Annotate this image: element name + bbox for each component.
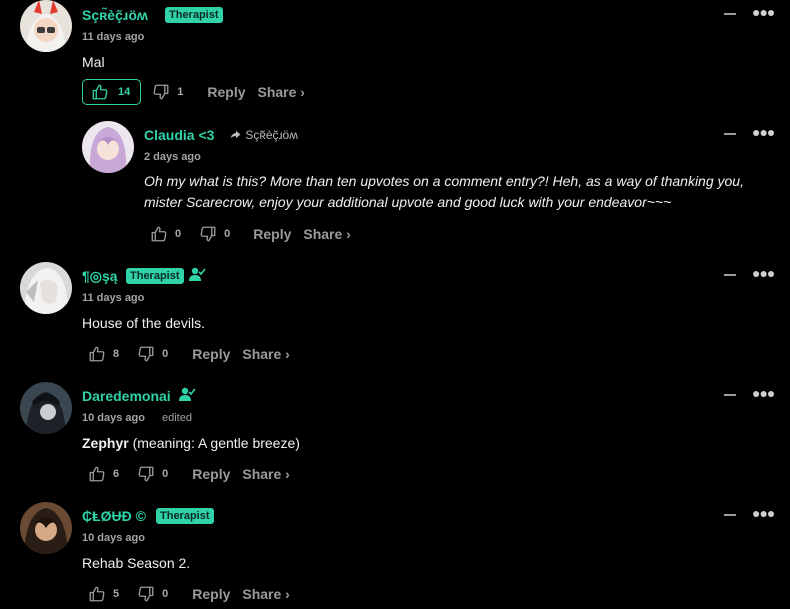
comment-text: Mal bbox=[82, 54, 105, 70]
comment-text-bold: Zephyr bbox=[82, 435, 129, 451]
comment-text-rest: (meaning: A gentle breeze) bbox=[128, 435, 300, 451]
upvote-button[interactable]: 8 bbox=[88, 345, 119, 363]
reply-comment: Claudia <3 Sçʀ̃èç̃ɹöʍ 2 days ago Oh my w… bbox=[0, 120, 790, 250]
therapist-badge: Therapist bbox=[126, 268, 184, 284]
username[interactable]: ₵ⱠØɄĐ © bbox=[82, 508, 146, 524]
timestamp[interactable]: 10 days ago bbox=[82, 532, 145, 544]
more-options-icon[interactable]: ●●● bbox=[752, 385, 775, 401]
comment-text: Zephyr (meaning: A gentle breeze) bbox=[82, 433, 300, 454]
avatar-image bbox=[20, 262, 72, 314]
share-button[interactable]: Share › bbox=[242, 466, 289, 482]
verified-user-icon bbox=[179, 387, 196, 401]
comment-actions: 14 1 Reply Share › bbox=[82, 79, 305, 105]
comment-text: Rehab Season 2. bbox=[82, 555, 191, 571]
avatar[interactable] bbox=[20, 382, 72, 434]
reply-arrow-icon bbox=[230, 130, 241, 139]
share-button[interactable]: Share › bbox=[303, 226, 350, 242]
comment: Sçʀ̃èç̃ɹöʍ Therapist 11 days ago Mal 14 … bbox=[0, 0, 790, 110]
downvote-count: 1 bbox=[177, 86, 184, 98]
reply-to-username: Sçʀ̃èç̃ɹöʍ bbox=[245, 128, 298, 142]
share-button[interactable]: Share › bbox=[242, 346, 289, 362]
upvote-button[interactable]: 6 bbox=[88, 465, 119, 483]
username[interactable]: Sçʀ̃èç̃ɹöʍ bbox=[82, 7, 148, 23]
collapse-icon[interactable] bbox=[724, 514, 736, 516]
collapse-icon[interactable] bbox=[724, 274, 736, 276]
comment-text: House of the devils. bbox=[82, 315, 205, 331]
comment-actions: 8 0 Reply Share › bbox=[88, 342, 290, 366]
downvote-count: 0 bbox=[162, 468, 169, 480]
username[interactable]: Daredemonai bbox=[82, 388, 171, 404]
thumbs-down-icon bbox=[138, 586, 154, 602]
thumbs-up-icon bbox=[89, 346, 105, 362]
more-options-icon[interactable]: ●●● bbox=[752, 265, 775, 281]
collapse-icon[interactable] bbox=[724, 394, 736, 396]
avatar[interactable] bbox=[20, 502, 72, 554]
avatar-image bbox=[20, 502, 72, 554]
downvote-count: 0 bbox=[162, 348, 169, 360]
upvote-button[interactable]: 14 bbox=[82, 79, 142, 105]
thumbs-down-icon bbox=[153, 84, 169, 100]
upvote-count: 0 bbox=[175, 228, 182, 240]
comment: Daredemonai 10 days ago edited Zephyr (m… bbox=[0, 381, 790, 491]
downvote-button[interactable]: 0 bbox=[137, 585, 168, 603]
avatar[interactable] bbox=[20, 262, 72, 314]
reply-button[interactable]: Reply bbox=[192, 466, 230, 482]
reply-button[interactable]: Reply bbox=[207, 84, 245, 100]
upvote-count: 8 bbox=[113, 348, 120, 360]
upvote-button[interactable]: 0 bbox=[150, 225, 181, 243]
more-options-icon[interactable]: ●●● bbox=[752, 4, 775, 20]
username[interactable]: Claudia <3 bbox=[144, 127, 214, 143]
downvote-button[interactable]: 0 bbox=[137, 345, 168, 363]
collapse-icon[interactable] bbox=[724, 13, 736, 15]
therapist-badge: Therapist bbox=[156, 508, 214, 524]
thumbs-up-icon bbox=[151, 226, 167, 242]
downvote-button[interactable]: 0 bbox=[137, 465, 168, 483]
share-button[interactable]: Share › bbox=[258, 84, 305, 100]
comment-actions: 0 0 Reply Share › bbox=[150, 222, 351, 246]
comment-actions: 6 0 Reply Share › bbox=[88, 462, 290, 486]
upvote-button[interactable]: 5 bbox=[88, 585, 119, 603]
reply-to[interactable]: Sçʀ̃èç̃ɹöʍ bbox=[229, 128, 298, 142]
timestamp[interactable]: 10 days ago bbox=[82, 412, 145, 424]
comment-text: Oh my what is this? More than ten upvote… bbox=[144, 171, 784, 213]
timestamp[interactable]: 11 days ago bbox=[82, 292, 144, 304]
comment: ₵ⱠØɄĐ © Therapist 10 days ago Rehab Seas… bbox=[0, 501, 790, 609]
thumbs-down-icon bbox=[138, 466, 154, 482]
reply-button[interactable]: Reply bbox=[192, 586, 230, 602]
share-button[interactable]: Share › bbox=[242, 586, 289, 602]
thumbs-up-icon bbox=[89, 586, 105, 602]
edited-label: edited bbox=[162, 412, 192, 424]
timestamp[interactable]: 2 days ago bbox=[144, 151, 201, 163]
verified-user-icon bbox=[189, 267, 206, 281]
more-options-icon[interactable]: ●●● bbox=[752, 124, 775, 140]
therapist-badge: Therapist bbox=[165, 7, 223, 23]
more-options-icon[interactable]: ●●● bbox=[752, 505, 775, 521]
thumbs-down-icon bbox=[200, 226, 216, 242]
downvote-button[interactable]: 1 bbox=[152, 83, 183, 101]
username[interactable]: ¶◎şą bbox=[82, 268, 118, 285]
comment-text-line: Oh my what is this? More than ten upvote… bbox=[144, 173, 744, 189]
avatar-image bbox=[20, 0, 72, 52]
upvote-count: 6 bbox=[113, 468, 120, 480]
thumbs-up-icon bbox=[92, 84, 108, 100]
downvote-count: 0 bbox=[224, 228, 231, 240]
collapse-icon[interactable] bbox=[724, 133, 736, 135]
upvote-count: 5 bbox=[113, 588, 120, 600]
avatar[interactable] bbox=[82, 121, 134, 173]
downvote-button[interactable]: 0 bbox=[199, 225, 230, 243]
comment: ¶◎şą Therapist 11 days ago House of the … bbox=[0, 261, 790, 371]
comment-actions: 5 0 Reply Share › bbox=[88, 582, 290, 606]
downvote-count: 0 bbox=[162, 588, 169, 600]
avatar[interactable] bbox=[20, 0, 72, 52]
avatar-image bbox=[82, 121, 134, 173]
upvote-count: 14 bbox=[118, 86, 131, 98]
reply-button[interactable]: Reply bbox=[253, 226, 291, 242]
thumbs-down-icon bbox=[138, 346, 154, 362]
timestamp[interactable]: 11 days ago bbox=[82, 31, 144, 43]
thumbs-up-icon bbox=[89, 466, 105, 482]
avatar-image bbox=[20, 382, 72, 434]
reply-button[interactable]: Reply bbox=[192, 346, 230, 362]
comment-text-line: mister Scarecrow, enjoy your additional … bbox=[144, 194, 672, 210]
